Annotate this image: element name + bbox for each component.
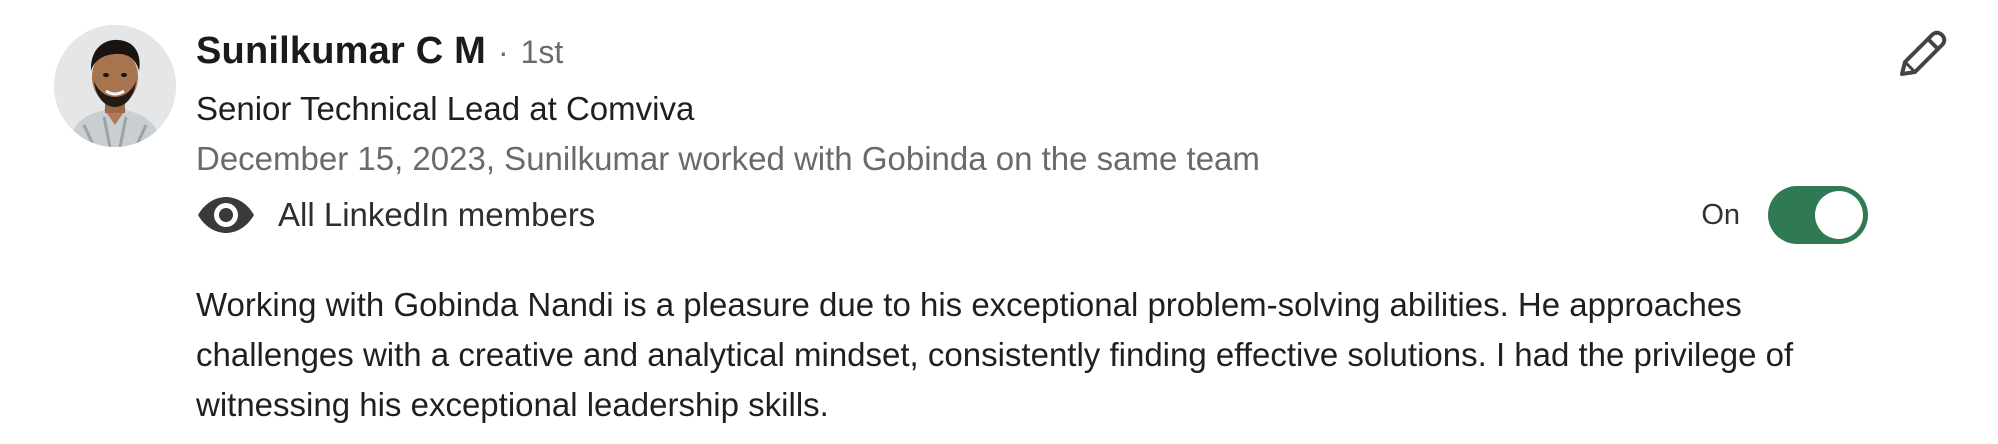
recommender-name[interactable]: Sunilkumar C M bbox=[196, 30, 486, 73]
visibility-label: All LinkedIn members bbox=[278, 196, 596, 233]
recommendation-text: Working with Gobinda Nandi is a pleasure… bbox=[196, 286, 1794, 423]
degree-separator: · bbox=[497, 34, 509, 70]
visibility-toggle-wrap: On bbox=[1701, 186, 1868, 244]
connection-degree: 1st bbox=[520, 34, 564, 70]
profile-photo-icon bbox=[54, 25, 176, 147]
recommendation-card: Sunilkumar C M · 1st Senior Technical Le… bbox=[0, 0, 1998, 444]
toggle-state-label: On bbox=[1701, 198, 1740, 231]
name-line: Sunilkumar C M · 1st bbox=[196, 30, 563, 82]
recommender-headline: Senior Technical Lead at Comviva bbox=[196, 90, 695, 127]
toggle-knob bbox=[1815, 191, 1863, 239]
relationship-info: December 15, 2023, Sunilkumar worked wit… bbox=[196, 140, 1260, 177]
visibility-toggle[interactable] bbox=[1768, 186, 1868, 244]
eye-icon bbox=[198, 197, 254, 233]
pencil-icon[interactable] bbox=[1894, 26, 1950, 82]
visibility-row: All LinkedIn members bbox=[196, 192, 595, 238]
avatar[interactable] bbox=[54, 25, 176, 147]
